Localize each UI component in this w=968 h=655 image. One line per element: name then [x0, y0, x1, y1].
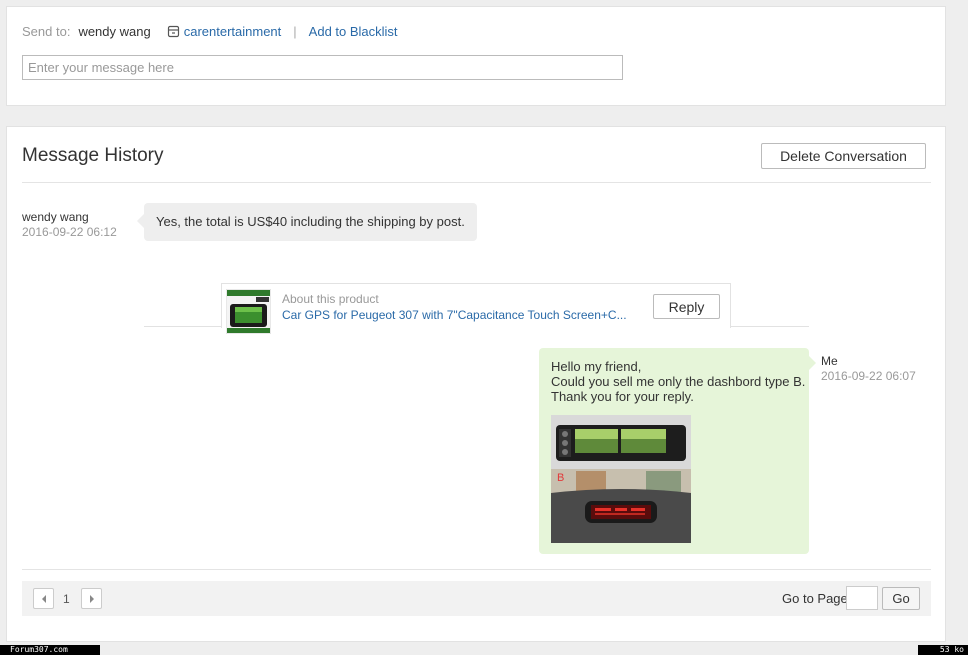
watermark-left: Forum307.com: [0, 645, 100, 655]
message-time: 2016-09-22 06:12: [22, 225, 117, 239]
svg-text:B: B: [557, 472, 564, 484]
reply-button[interactable]: Reply: [653, 294, 720, 319]
send-panel: Send to: wendy wang carentertainment | A…: [6, 6, 946, 106]
about-product-label: About this product: [282, 292, 379, 306]
incoming-message-bubble: Yes, the total is US$40 including the sh…: [137, 203, 477, 241]
chevron-right-icon: [89, 594, 94, 603]
chevron-left-icon: [41, 594, 46, 603]
message-history-panel: Message History Delete Conversation wend…: [6, 126, 946, 642]
product-title-link[interactable]: Car GPS for Peugeot 307 with 7"Capacitan…: [282, 308, 634, 322]
message-line: Could you sell me only the dashbord type…: [551, 374, 806, 389]
store-link[interactable]: carentertainment: [184, 24, 282, 39]
attached-dashboard-image[interactable]: B: [551, 415, 691, 543]
recipient-name: wendy wang: [78, 23, 151, 39]
product-card: About this product Car GPS for Peugeot 3…: [221, 283, 731, 334]
message-time: 2016-09-22 06:07: [821, 369, 916, 383]
delete-conversation-button[interactable]: Delete Conversation: [761, 143, 926, 169]
product-thumbnail[interactable]: [226, 289, 271, 334]
message-history-title: Message History: [22, 145, 164, 166]
add-to-blacklist-link[interactable]: Add to Blacklist: [309, 24, 398, 39]
go-to-page-input[interactable]: [846, 586, 878, 610]
current-page-number[interactable]: 1: [63, 592, 70, 606]
prev-page-button[interactable]: [33, 588, 54, 609]
header-divider: [22, 182, 931, 183]
send-to-label: Send to:: [22, 23, 71, 39]
link-separator: |: [293, 23, 297, 39]
go-button[interactable]: Go: [882, 587, 920, 610]
next-page-button[interactable]: [81, 588, 102, 609]
message-input[interactable]: [22, 55, 623, 80]
footer-divider: [22, 569, 931, 570]
message-line: Hello my friend,: [551, 359, 642, 374]
outgoing-message-bubble: Hello my friend, Could you sell me only …: [539, 348, 816, 554]
message-sender: Me: [821, 354, 838, 368]
message-sender: wendy wang: [22, 210, 89, 224]
store-icon: [167, 25, 179, 37]
go-to-page-label: Go to Page: [782, 591, 848, 606]
send-to-row: Send to: wendy wang carentertainment | A…: [22, 23, 398, 39]
watermark-right: 53 ko: [918, 645, 968, 655]
pagination-bar: 1 Go to Page Go: [22, 581, 931, 616]
message-line: Thank you for your reply.: [551, 389, 694, 404]
